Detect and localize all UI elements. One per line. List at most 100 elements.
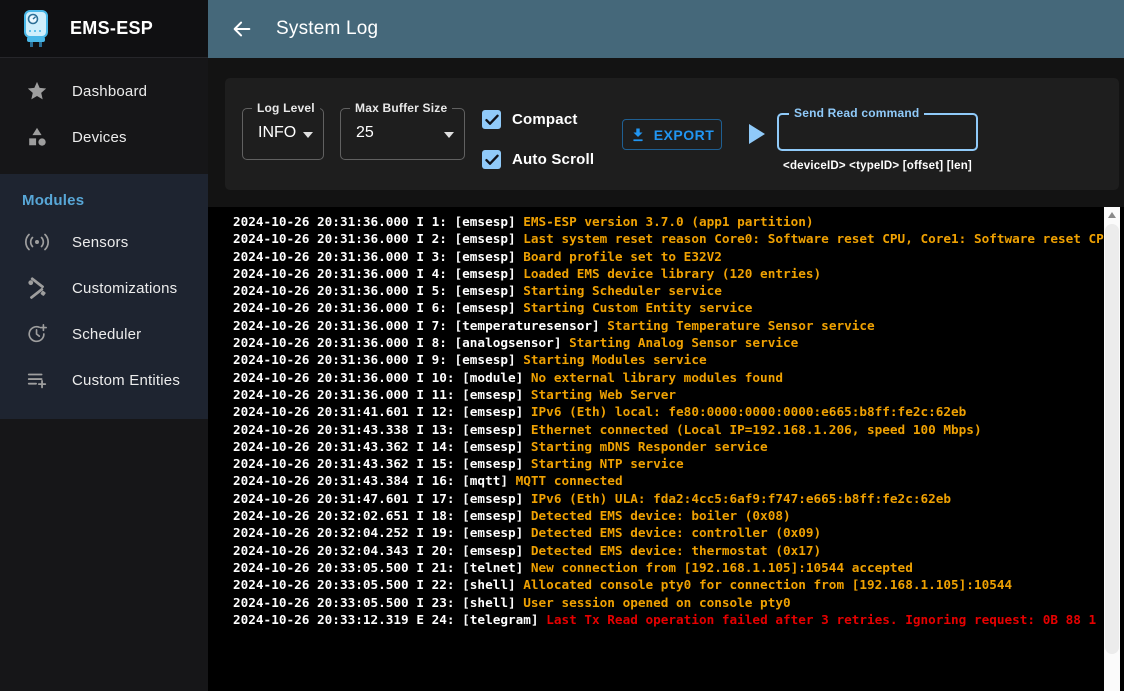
log-line-prefix: 2024-10-26 20:31:43.362 I 15: [emsesp]: [233, 456, 531, 471]
log-line: 2024-10-26 20:33:05.500 I 22: [shell] Al…: [233, 576, 1124, 593]
send-read-helper-text: <deviceID> <typeID> [offset] [len]: [777, 160, 978, 172]
app-logo-icon: [18, 9, 54, 49]
back-button[interactable]: [222, 9, 262, 49]
log-line-message: Board profile set to E32V2: [523, 249, 722, 264]
sidebar-modules-section: Modules Sensors: [0, 174, 208, 419]
compact-checkbox[interactable]: [482, 110, 501, 129]
log-line-prefix: 2024-10-26 20:31:36.000 I 6: [emsesp]: [233, 300, 523, 315]
sidebar-item-label: Scheduler: [72, 326, 141, 343]
compact-label: Compact: [512, 111, 578, 128]
log-line-message: Ethernet connected (Local IP=192.168.1.2…: [531, 422, 982, 437]
log-line-message: IPv6 (Eth) ULA: fda2:4cc5:6af9:f747:e665…: [531, 491, 951, 506]
star-icon: [24, 79, 50, 103]
auto-scroll-checkbox[interactable]: [482, 150, 501, 169]
log-line: 2024-10-26 20:31:43.362 I 15: [emsesp] S…: [233, 455, 1124, 472]
sidebar-item-scheduler[interactable]: Scheduler: [0, 311, 208, 357]
log-line-prefix: 2024-10-26 20:31:41.601 I 12: [emsesp]: [233, 404, 531, 419]
log-line: 2024-10-26 20:31:47.601 I 17: [emsesp] I…: [233, 490, 1124, 507]
auto-scroll-label: Auto Scroll: [512, 151, 594, 168]
sidebar-item-label: Customizations: [72, 280, 177, 297]
sidebar-item-label: Sensors: [72, 234, 128, 251]
sidebar-item-dashboard[interactable]: Dashboard: [0, 68, 208, 114]
sidebar: EMS-ESP Dashboard Devices Modules: [0, 0, 208, 691]
log-line-message: IPv6 (Eth) local: fe80:0000:0000:0000:e6…: [531, 404, 966, 419]
modules-section-header: Modules: [0, 184, 208, 219]
antenna-icon: [24, 230, 50, 254]
log-line-prefix: 2024-10-26 20:31:36.000 I 8: [analogsens…: [233, 335, 569, 350]
sidebar-item-custom-entities[interactable]: Custom Entities: [0, 357, 208, 403]
log-line: 2024-10-26 20:31:36.000 I 5: [emsesp] St…: [233, 282, 1124, 299]
scrollbar-thumb[interactable]: [1105, 224, 1119, 654]
max-buffer-select[interactable]: Max Buffer Size 25: [340, 108, 465, 160]
log-level-value: INFO: [258, 124, 296, 142]
app-logo-row: EMS-ESP: [0, 0, 208, 58]
log-line: 2024-10-26 20:31:43.362 I 14: [emsesp] S…: [233, 438, 1124, 455]
log-line: 2024-10-26 20:31:43.384 I 16: [mqtt] MQT…: [233, 472, 1124, 489]
log-line-message: Detected EMS device: boiler (0x08): [531, 508, 791, 523]
log-line: 2024-10-26 20:31:36.000 I 2: [emsesp] La…: [233, 230, 1124, 247]
sidebar-item-label: Devices: [72, 129, 127, 146]
log-level-select[interactable]: Log Level INFO: [242, 108, 324, 160]
log-line: 2024-10-26 20:33:12.319 E 24: [telegram]…: [233, 611, 1124, 628]
scroll-up-arrow-icon[interactable]: [1104, 207, 1120, 223]
log-line-prefix: 2024-10-26 20:31:36.000 I 11: [emsesp]: [233, 387, 531, 402]
app-title: EMS-ESP: [70, 18, 153, 39]
log-line: 2024-10-26 20:33:05.500 I 21: [telnet] N…: [233, 559, 1124, 576]
log-line-message: Starting Temperature Sensor service: [607, 318, 874, 333]
log-line-prefix: 2024-10-26 20:31:47.601 I 17: [emsesp]: [233, 491, 531, 506]
checkmark-icon: [485, 154, 499, 166]
sidebar-item-devices[interactable]: Devices: [0, 114, 208, 160]
log-controls-card: Log Level INFO Max Buffer Size 25 Compac…: [225, 78, 1119, 190]
tools-icon: [24, 276, 50, 300]
arrow-left-icon: [231, 18, 253, 40]
sidebar-item-label: Dashboard: [72, 83, 147, 100]
export-button[interactable]: EXPORT: [622, 119, 722, 150]
log-line-prefix: 2024-10-26 20:31:36.000 I 4: [emsesp]: [233, 266, 523, 281]
auto-scroll-checkbox-row: Auto Scroll: [482, 150, 594, 169]
log-lines: 2024-10-26 20:31:36.000 I 1: [emsesp] EM…: [208, 207, 1124, 628]
console-scrollbar[interactable]: [1104, 207, 1120, 691]
log-line-prefix: 2024-10-26 20:31:36.000 I 5: [emsesp]: [233, 283, 523, 298]
log-line-message: Last Tx Read operation failed after 3 re…: [546, 612, 1096, 627]
appbar: System Log: [208, 0, 1124, 58]
chevron-down-icon: [444, 132, 454, 138]
log-line-message: EMS-ESP version 3.7.0 (app1 partition): [523, 214, 813, 229]
log-line-prefix: 2024-10-26 20:31:36.000 I 3: [emsesp]: [233, 249, 523, 264]
log-line-message: User session opened on console pty0: [523, 595, 790, 610]
sidebar-item-sensors[interactable]: Sensors: [0, 219, 208, 265]
log-line-message: Starting mDNS Responder service: [531, 439, 768, 454]
log-line-prefix: 2024-10-26 20:31:43.362 I 14: [emsesp]: [233, 439, 531, 454]
sidebar-item-label: Custom Entities: [72, 372, 180, 389]
log-line-message: Detected EMS device: controller (0x09): [531, 525, 821, 540]
log-line-prefix: 2024-10-26 20:33:12.319 E 24: [telegram]: [233, 612, 546, 627]
send-read-input[interactable]: [787, 118, 969, 146]
log-line: 2024-10-26 20:31:36.000 I 9: [emsesp] St…: [233, 351, 1124, 368]
max-buffer-label: Max Buffer Size: [350, 101, 452, 115]
export-button-label: EXPORT: [654, 127, 715, 143]
log-line-message: No external library modules found: [531, 370, 783, 385]
download-icon: [630, 127, 646, 143]
clock-plus-icon: [24, 322, 50, 346]
checkmark-icon: [485, 114, 499, 126]
sidebar-item-customizations[interactable]: Customizations: [0, 265, 208, 311]
page-title: System Log: [276, 18, 378, 40]
log-line-message: Starting Analog Sensor service: [569, 335, 798, 350]
log-console[interactable]: 2024-10-26 20:31:36.000 I 1: [emsesp] EM…: [208, 207, 1124, 691]
log-line-message: Loaded EMS device library (120 entries): [523, 266, 821, 281]
log-line-prefix: 2024-10-26 20:31:36.000 I 7: [temperatur…: [233, 318, 607, 333]
category-icon: [24, 125, 50, 149]
chevron-down-icon: [303, 132, 313, 138]
log-line-prefix: 2024-10-26 20:31:43.338 I 13: [emsesp]: [233, 422, 531, 437]
log-line: 2024-10-26 20:31:36.000 I 7: [temperatur…: [233, 317, 1124, 334]
log-line-prefix: 2024-10-26 20:32:04.343 I 20: [emsesp]: [233, 543, 531, 558]
log-line-prefix: 2024-10-26 20:33:05.500 I 23: [shell]: [233, 595, 523, 610]
log-line: 2024-10-26 20:31:36.000 I 4: [emsesp] Lo…: [233, 265, 1124, 282]
log-line: 2024-10-26 20:31:36.000 I 1: [emsesp] EM…: [233, 213, 1124, 230]
send-command-play-icon[interactable]: [749, 124, 765, 144]
log-line: 2024-10-26 20:33:05.500 I 23: [shell] Us…: [233, 594, 1124, 611]
log-line-prefix: 2024-10-26 20:31:36.000 I 10: [module]: [233, 370, 531, 385]
playlist-add-icon: [24, 368, 50, 392]
log-line-prefix: 2024-10-26 20:33:05.500 I 21: [telnet]: [233, 560, 531, 575]
log-line: 2024-10-26 20:32:04.343 I 20: [emsesp] D…: [233, 542, 1124, 559]
log-line-message: New connection from [192.168.1.105]:1054…: [531, 560, 913, 575]
